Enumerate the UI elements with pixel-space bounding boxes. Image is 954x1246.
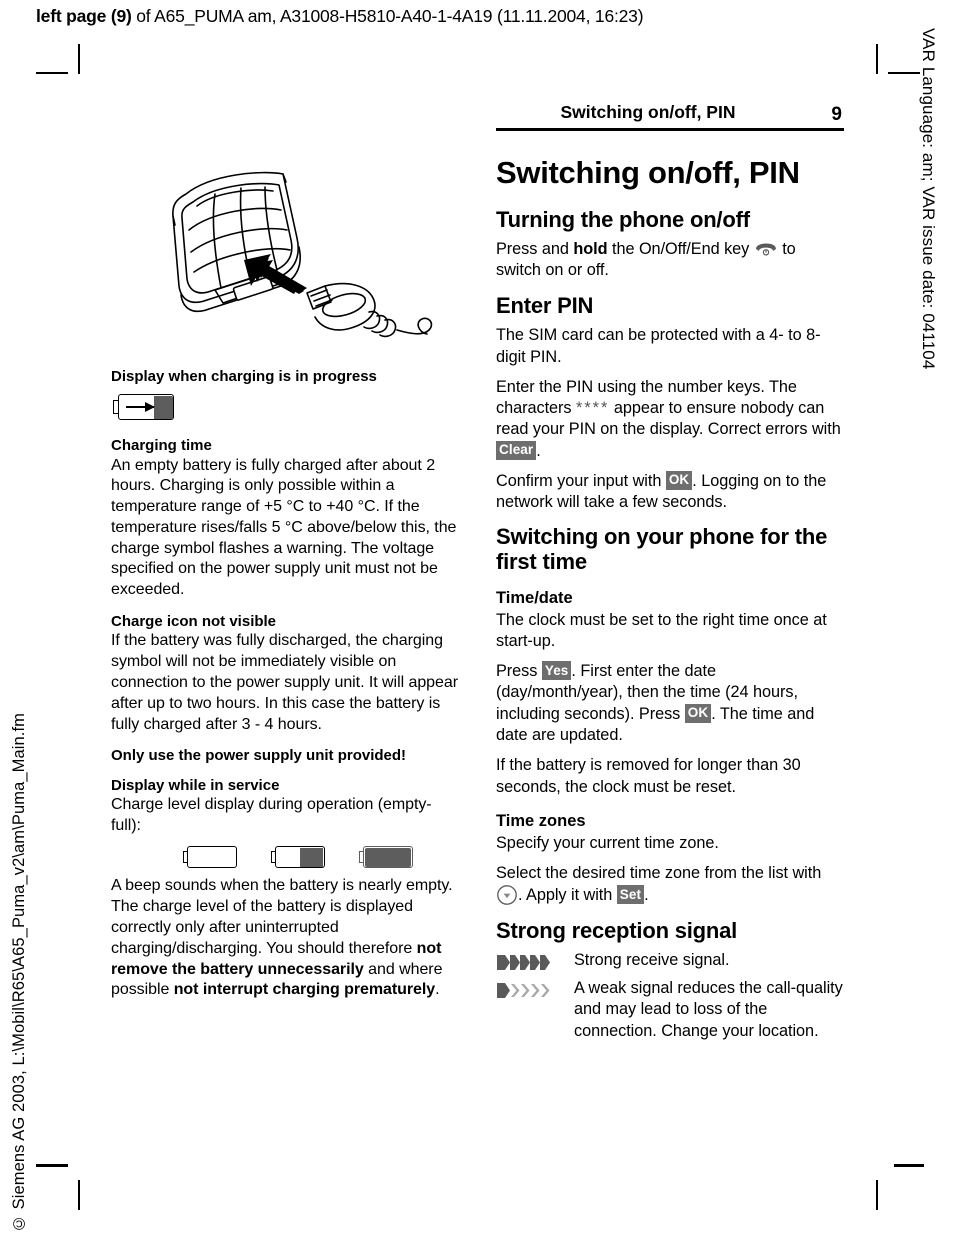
text-time-date-p1: The clock must be set to the right time … [496, 610, 827, 650]
text-time-date-p2: Press Yes. First enter the date (day/mon… [496, 661, 844, 746]
softkey-clear[interactable]: Clear [496, 440, 537, 460]
softkey-ok[interactable]: OK [665, 470, 693, 490]
heading-turning-phone: Turning the phone on/off [496, 206, 750, 232]
pin-text-c: . [536, 441, 541, 460]
battery-level-icons [183, 846, 461, 869]
signal-weak-icon [496, 978, 574, 1004]
softkey-set[interactable]: Set [616, 885, 645, 905]
text-time-zones-p2: Select the desired time zone from the li… [496, 863, 844, 907]
turning-bold-hold: hold [573, 240, 608, 259]
crop-mark-bottom-right-horizontal [894, 1164, 924, 1167]
beep-text-3: . [435, 981, 440, 999]
crop-mark-top-left-vertical [78, 44, 80, 74]
td-text-a: Press [496, 662, 542, 681]
text-time-zones-p1: Specify your current time zone. [496, 833, 719, 852]
heading-charge-icon-not-visible: Charge icon not visible [111, 613, 277, 631]
text-battery-beep: A beep sounds when the battery is nearly… [111, 876, 461, 1001]
tz-text-c: . [644, 886, 649, 905]
signal-row-weak: A weak signal reduces the call-quality a… [496, 978, 844, 1042]
crop-mark-top-left-horizontal [36, 72, 68, 74]
nav-down-key-icon [496, 884, 518, 906]
running-head-rule [496, 128, 844, 131]
crop-mark-bottom-left-vertical [78, 1180, 80, 1210]
softkey-ok-2[interactable]: OK [684, 703, 712, 723]
text-charge-level-display: Charge level display during operation (e… [111, 795, 432, 834]
text-pin-p3: Confirm your input with OK. Logging on t… [496, 470, 844, 514]
softkey-yes[interactable]: Yes [541, 661, 572, 681]
left-column: Display when charging is in progress Cha… [111, 160, 461, 1001]
running-head-title: Switching on/off, PIN [560, 102, 736, 122]
text-pin-p2: Enter the PIN using the number keys. The… [496, 377, 844, 462]
page-number: 9 [831, 104, 842, 125]
signal-weak-text: A weak signal reduces the call-quality a… [574, 979, 843, 1040]
signal-strong-text: Strong receive signal. [574, 951, 730, 970]
charging-arrow-icon [126, 401, 155, 412]
crop-mark-top-right-vertical [876, 44, 878, 74]
heading-charging-time: Charging time [111, 437, 212, 455]
crop-mark-bottom-right-vertical [876, 1180, 878, 1210]
text-charging-time: An empty battery is fully charged after … [111, 456, 457, 599]
figure-caption: Display when charging is in progress [111, 368, 377, 385]
battery-fill [154, 395, 174, 419]
right-column: Switching on/off, PIN Turning the phone … [496, 155, 844, 1044]
page-header-prefix: left page (9) [36, 6, 132, 26]
pin-masked-chars: **** [575, 399, 610, 418]
heading-time-zones: Time zones [496, 811, 586, 830]
turning-text-1: Press and [496, 240, 574, 259]
beep-text-1: A beep sounds when the battery is nearly… [111, 877, 453, 957]
phone-charger-drawing [172, 171, 433, 338]
text-charge-icon-not-visible: If the battery was fully discharged, the… [111, 632, 458, 733]
phone-charging-illustration [111, 160, 461, 360]
page-header-line: left page (9) of A65_PUMA am, A31008-H58… [36, 6, 644, 27]
notice-power-supply: Only use the power supply unit provided! [111, 747, 407, 765]
crop-mark-bottom-left-horizontal [36, 1164, 68, 1167]
copyright-path-note: © Siemens AG 2003, L:\Mobil\R65\A65_Puma… [10, 712, 28, 1232]
end-key-icon [754, 241, 778, 256]
battery-charging-icon [113, 394, 175, 421]
heading-display-in-service: Display while in service [111, 776, 280, 794]
page-header-rest: of A65_PUMA am, A31008-H5810-A40-1-4A19 … [131, 6, 644, 26]
beep-bold-2: not interrupt charging prematurely [173, 981, 436, 999]
battery-half-icon [271, 846, 325, 869]
heading-first-time: Switching on your phone for the first ti… [496, 524, 828, 575]
heading-reception: Strong reception signal [496, 917, 738, 943]
text-time-date-p3: If the battery is removed for longer tha… [496, 756, 801, 796]
signal-strong-icon [496, 950, 574, 976]
battery-full-icon [359, 846, 413, 869]
text-turning-phone: Press and hold the On/Off/End key to swi… [496, 239, 844, 282]
tz-text-b: . Apply it with [518, 886, 617, 905]
heading-time-date: Time/date [496, 588, 573, 607]
text-pin-p1: The SIM card can be protected with a 4- … [496, 326, 821, 366]
tz-text-a: Select the desired time zone from the li… [496, 864, 822, 883]
heading-enter-pin: Enter PIN [496, 292, 594, 318]
turning-text-2: the On/Off/End key [607, 240, 754, 259]
var-language-note: VAR Language: am; VAR issue date: 041104 [919, 28, 938, 370]
signal-row-strong: Strong receive signal. [496, 950, 844, 976]
battery-empty-icon [183, 846, 237, 869]
document-page: left page (9) of A65_PUMA am, A31008-H58… [0, 0, 954, 1246]
pin-confirm-a: Confirm your input with [496, 471, 666, 490]
crop-mark-top-right-horizontal [888, 72, 920, 74]
page-title: Switching on/off, PIN [496, 155, 800, 190]
running-head: Switching on/off, PIN 9 [496, 102, 844, 131]
